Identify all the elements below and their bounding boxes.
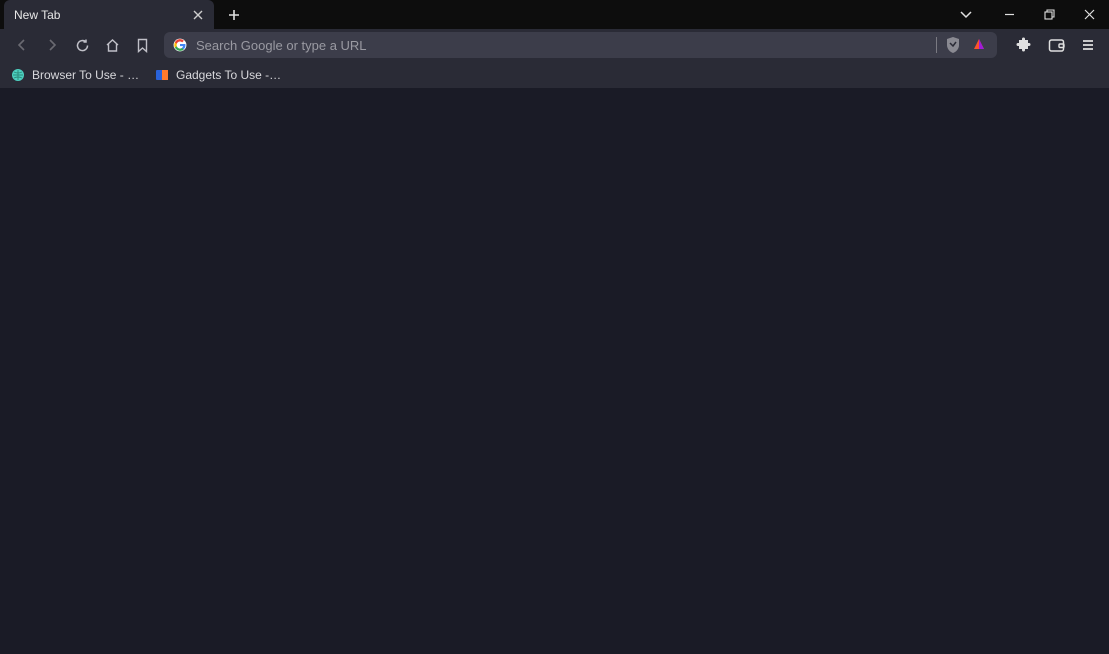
close-window-button[interactable]: [1069, 0, 1109, 29]
browser-window: New Tab: [0, 0, 1109, 654]
shield-icon: [945, 36, 961, 54]
wallet-icon: [1048, 38, 1065, 53]
toolbar: [0, 29, 1109, 61]
google-icon: [173, 38, 187, 52]
address-bar[interactable]: [164, 32, 997, 58]
bookmark-item[interactable]: Gadgets To Use - N...: [154, 67, 284, 83]
extensions-button[interactable]: [1011, 32, 1037, 58]
bookmark-icon: [136, 38, 149, 53]
bookmark-button[interactable]: [128, 31, 156, 59]
minimize-button[interactable]: [989, 0, 1029, 29]
search-engine-icon: [172, 37, 188, 53]
window-controls: [989, 0, 1109, 29]
wallet-button[interactable]: [1043, 32, 1069, 58]
tab-strip: New Tab: [0, 0, 1109, 29]
home-icon: [105, 38, 120, 53]
url-input[interactable]: [196, 38, 934, 53]
search-tabs-button[interactable]: [949, 0, 983, 29]
plus-icon: [228, 9, 240, 21]
close-icon: [1084, 9, 1095, 20]
bookmarks-bar: Browser To Use - Br... Gadgets To Use - …: [0, 61, 1109, 89]
tab-title: New Tab: [14, 8, 190, 22]
forward-button[interactable]: [38, 31, 66, 59]
bookmark-item[interactable]: Browser To Use - Br...: [10, 67, 140, 83]
bookmark-label: Browser To Use - Br...: [32, 68, 140, 82]
page-content: [0, 89, 1109, 654]
toolbar-right: [1011, 32, 1101, 58]
tab-active[interactable]: New Tab: [4, 0, 214, 29]
back-button[interactable]: [8, 31, 36, 59]
chevron-down-icon: [960, 11, 972, 19]
reload-button[interactable]: [68, 31, 96, 59]
maximize-button[interactable]: [1029, 0, 1069, 29]
brave-rewards-button[interactable]: [969, 35, 989, 55]
brave-rewards-icon: [971, 37, 987, 53]
close-icon: [193, 10, 203, 20]
puzzle-icon: [1016, 37, 1032, 53]
favicon-icon: [10, 67, 26, 83]
home-button[interactable]: [98, 31, 126, 59]
favicon-icon: [154, 67, 170, 83]
bookmark-label: Gadgets To Use - N...: [176, 68, 284, 82]
reload-icon: [75, 38, 90, 53]
maximize-icon: [1044, 9, 1055, 20]
arrow-right-icon: [45, 38, 59, 52]
close-tab-button[interactable]: [190, 7, 206, 23]
app-menu-button[interactable]: [1075, 32, 1101, 58]
tab-strip-spacer: [248, 0, 949, 29]
brave-shields-button[interactable]: [943, 35, 963, 55]
minimize-icon: [1004, 9, 1015, 20]
arrow-left-icon: [15, 38, 29, 52]
new-tab-button[interactable]: [220, 0, 248, 29]
omnibox-separator: [936, 37, 937, 53]
hamburger-icon: [1081, 38, 1095, 52]
